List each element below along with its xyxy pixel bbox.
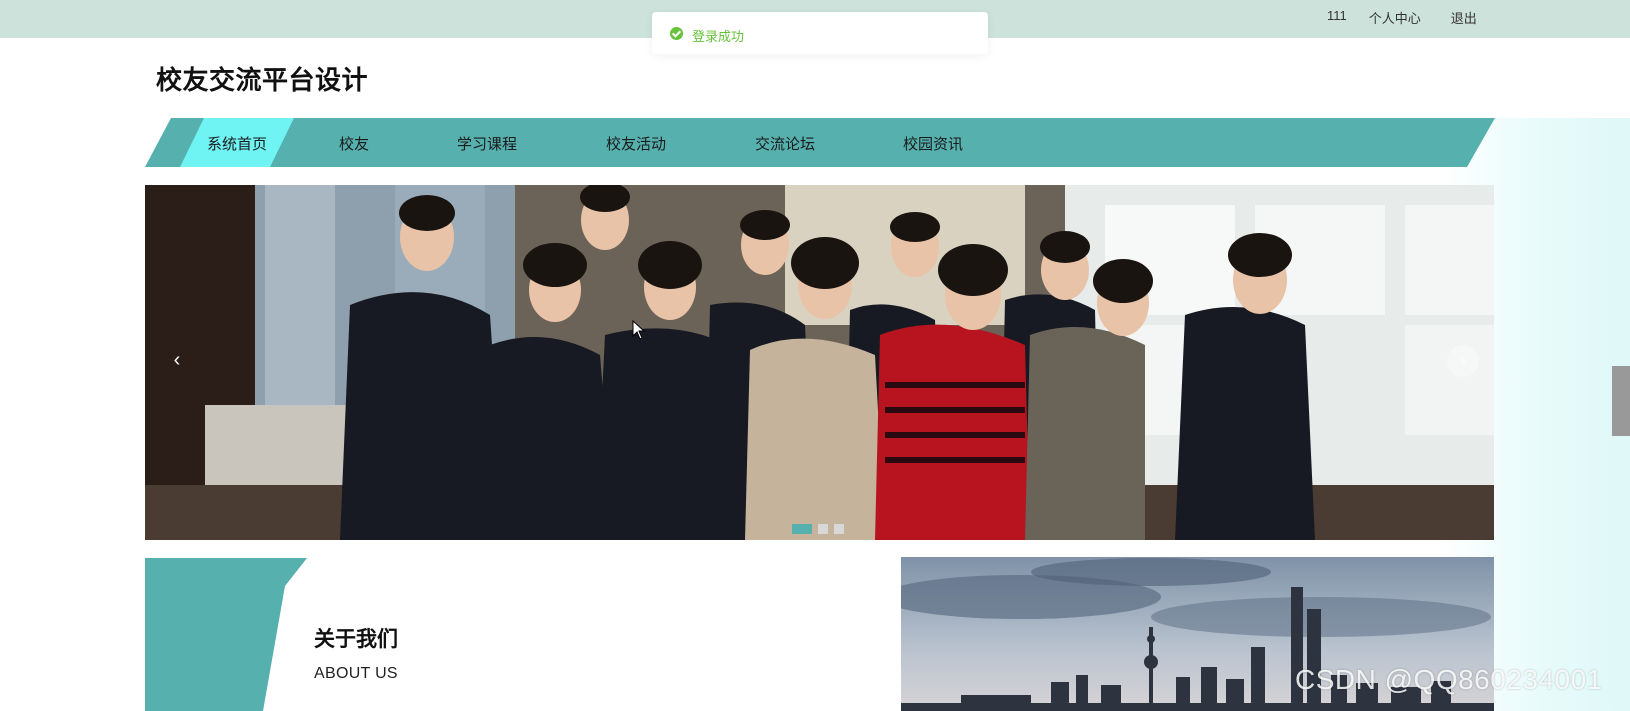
carousel-indicators bbox=[792, 524, 844, 534]
logout-link[interactable]: 退出 bbox=[1451, 8, 1477, 27]
nav-item-forum[interactable]: 交流论坛 bbox=[755, 133, 815, 154]
carousel-dot-2[interactable] bbox=[818, 524, 828, 534]
profile-link[interactable]: 个人中心 bbox=[1369, 8, 1421, 27]
about-title: 关于我们 bbox=[314, 628, 398, 651]
banner-carousel[interactable]: ‹ › bbox=[145, 185, 1494, 540]
username: 111 bbox=[1327, 8, 1347, 23]
nav-item-courses[interactable]: 学习课程 bbox=[457, 133, 517, 154]
carousel-dot-3[interactable] bbox=[834, 524, 844, 534]
page-scrollbar[interactable] bbox=[1612, 366, 1630, 436]
about-subtitle: ABOUT US bbox=[314, 665, 398, 682]
toast-message: 登录成功 bbox=[692, 29, 745, 44]
nav-item-activities[interactable]: 校友活动 bbox=[606, 133, 666, 154]
carousel-dot-1[interactable] bbox=[792, 524, 812, 534]
success-toast: 登录成功 bbox=[652, 12, 988, 54]
nav-item-alumni[interactable]: 校友 bbox=[339, 133, 369, 154]
nav-item-news[interactable]: 校园资讯 bbox=[903, 133, 963, 154]
carousel-next-button[interactable]: › bbox=[1447, 345, 1479, 377]
watermark-text: CSDN @QQ860234001 bbox=[1295, 664, 1603, 695]
site-title: 校友交流平台设计 bbox=[156, 65, 369, 95]
carousel-prev-button[interactable]: ‹ bbox=[161, 345, 193, 377]
mouse-cursor-icon bbox=[632, 320, 646, 340]
group-photo bbox=[145, 185, 1494, 540]
nav-item-home[interactable]: 系统首页 bbox=[207, 133, 267, 154]
user-links: 111 个人中心 退出 bbox=[1327, 8, 1477, 27]
check-circle-icon bbox=[670, 27, 683, 40]
about-decoration bbox=[145, 558, 307, 711]
main-nav: 系统首页 校友 学习课程 校友活动 交流论坛 校园资讯 bbox=[145, 118, 1495, 167]
